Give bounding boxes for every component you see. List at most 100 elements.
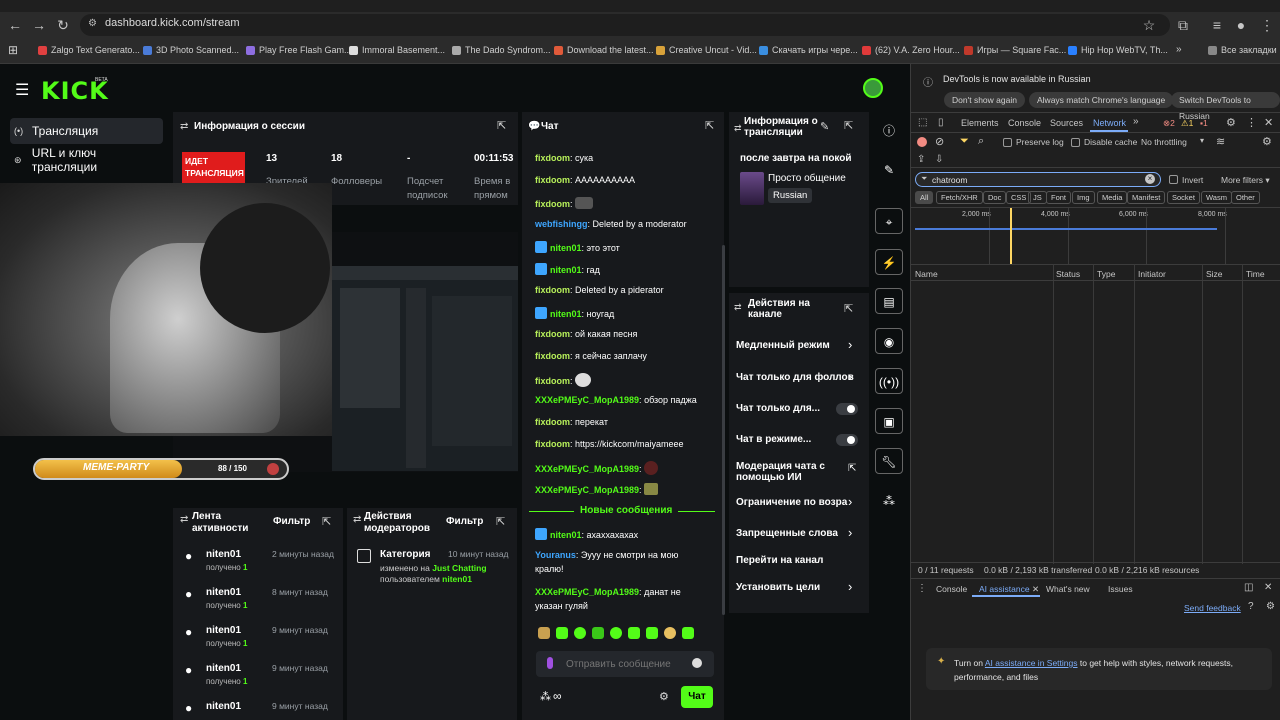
clear-icon[interactable]: ⊘ bbox=[935, 135, 944, 148]
column-name[interactable]: Name bbox=[915, 269, 938, 279]
filter-type-socket[interactable]: Socket bbox=[1167, 191, 1200, 204]
broadcast-icon[interactable]: ((•)) bbox=[875, 368, 903, 394]
chat-scrollbar[interactable] bbox=[722, 245, 725, 615]
column-size[interactable]: Size bbox=[1206, 269, 1223, 279]
user-avatar[interactable] bbox=[863, 78, 883, 98]
column-status[interactable]: Status bbox=[1056, 269, 1080, 279]
network-conditions-icon[interactable]: ≋ bbox=[1216, 135, 1225, 148]
invert-checkbox[interactable] bbox=[1169, 175, 1178, 184]
go-to-channel-item[interactable]: Перейти на канал bbox=[736, 555, 823, 566]
slow-mode-item[interactable]: Медленный режим bbox=[736, 340, 830, 351]
sidebar-item-stream[interactable]: (•) Трансляция bbox=[10, 118, 163, 144]
device-toolbar-icon[interactable]: ▯ bbox=[938, 117, 944, 128]
preserve-log-checkbox[interactable] bbox=[1003, 138, 1012, 147]
activity-filter[interactable]: Фильтр bbox=[273, 516, 310, 527]
lightning-icon[interactable]: ⚡ bbox=[875, 249, 903, 275]
microphone-icon[interactable] bbox=[547, 657, 553, 669]
close-icon[interactable]: ✕ bbox=[1032, 584, 1039, 594]
chevron-down-icon[interactable]: ▾ bbox=[1200, 136, 1204, 145]
community-icon[interactable]: ⁂ bbox=[875, 488, 903, 514]
new-messages-label[interactable]: Новые сообщения bbox=[574, 505, 679, 516]
ai-settings-link[interactable]: AI assistance in Settings bbox=[985, 658, 1078, 668]
bookmark-item[interactable]: Скачать игры чере... bbox=[759, 45, 858, 55]
popout-icon[interactable]: ⇱ bbox=[322, 515, 331, 528]
mod-actions-filter[interactable]: Фильтр bbox=[446, 516, 483, 527]
bookmark-item[interactable]: Play Free Flash Gam... bbox=[246, 45, 352, 55]
all-bookmarks[interactable]: Все закладки bbox=[1208, 45, 1277, 55]
drawer-menu-icon[interactable]: ⋮ bbox=[917, 583, 927, 594]
send-feedback-link[interactable]: Send feedback bbox=[1184, 603, 1241, 613]
filter-type-doc[interactable]: Doc bbox=[983, 191, 1007, 204]
settings-gear-icon[interactable]: ⚙ bbox=[659, 690, 669, 703]
settings-icon[interactable]: ⚙ bbox=[1266, 601, 1275, 612]
error-count[interactable]: ⊗2 bbox=[1163, 118, 1175, 129]
emoji-picker-icon[interactable] bbox=[692, 658, 702, 668]
popout-icon[interactable]: ⇱ bbox=[705, 119, 714, 132]
help-icon[interactable]: ? bbox=[1248, 601, 1254, 612]
filter-type-manifest[interactable]: Manifest bbox=[1127, 191, 1166, 204]
hamburger-menu-icon[interactable]: ☰ bbox=[15, 80, 29, 100]
emote-icon[interactable] bbox=[628, 627, 640, 639]
emote-icon[interactable] bbox=[646, 627, 658, 639]
warning-count[interactable]: ⚠1 bbox=[1181, 118, 1193, 129]
chevron-right-icon[interactable]: › bbox=[848, 494, 852, 509]
bookmark-item[interactable]: Immoral Basement... bbox=[349, 45, 445, 55]
popout-icon[interactable]: ⇱ bbox=[497, 119, 506, 132]
more-bookmarks-icon[interactable]: » bbox=[1176, 44, 1182, 55]
clear-filter-icon[interactable]: × bbox=[1145, 174, 1155, 184]
emote-icon[interactable] bbox=[682, 627, 694, 639]
emote-icon[interactable] bbox=[556, 627, 568, 639]
edit-pencil-icon[interactable]: ✎ bbox=[820, 120, 829, 133]
filter-type-other[interactable]: Other bbox=[1231, 191, 1260, 204]
apps-icon[interactable]: ⊞ bbox=[8, 43, 18, 57]
chevron-right-icon[interactable]: › bbox=[848, 369, 852, 384]
devtools-settings-icon[interactable]: ⚙ bbox=[1226, 116, 1236, 129]
tab-elements[interactable]: Elements bbox=[961, 118, 999, 128]
bookmark-item[interactable]: Hip Hop WebTV, Th... bbox=[1068, 45, 1168, 55]
bookmark-item[interactable]: 3D Photo Scanned... bbox=[143, 45, 239, 55]
bookmark-item[interactable]: Download the latest... bbox=[554, 45, 654, 55]
more-tabs-icon[interactable]: » bbox=[1133, 116, 1139, 127]
emote-mode-toggle[interactable] bbox=[836, 434, 858, 446]
info-circle-icon[interactable]: ⓘ bbox=[875, 118, 903, 144]
drawer-tab-whats-new[interactable]: What's new bbox=[1046, 584, 1090, 594]
filter-type-wasm[interactable]: Wasm bbox=[1201, 191, 1232, 204]
drawer-tab-console[interactable]: Console bbox=[936, 584, 967, 594]
filter-type-font[interactable]: Font bbox=[1046, 191, 1072, 204]
document-icon[interactable]: ▤ bbox=[875, 288, 903, 314]
issue-count[interactable]: ▪1 bbox=[1200, 118, 1208, 128]
search-icon[interactable]: ⌕ bbox=[978, 135, 984, 148]
export-har-icon[interactable]: ⇩ bbox=[935, 154, 943, 165]
banned-words-item[interactable]: Запрещенные слова bbox=[736, 528, 838, 539]
timeline-cursor[interactable] bbox=[1010, 208, 1012, 264]
inspect-element-icon[interactable]: ⬚ bbox=[918, 117, 927, 128]
import-har-icon[interactable]: ⇪ bbox=[917, 154, 925, 165]
disable-cache-checkbox[interactable] bbox=[1071, 138, 1080, 147]
camera-target-icon[interactable]: ⌖ bbox=[875, 208, 903, 234]
infinity-icon[interactable]: ∞ bbox=[553, 689, 562, 703]
close-icon[interactable]: ✕ bbox=[1264, 116, 1273, 129]
address-bar[interactable] bbox=[80, 14, 1170, 36]
followers-only-item[interactable]: Чат только для фоллов bbox=[736, 372, 854, 383]
more-filters-button[interactable]: More filters ▾ bbox=[1221, 175, 1270, 186]
chevron-right-icon[interactable]: › bbox=[848, 579, 852, 594]
popout-icon[interactable]: ⇱ bbox=[844, 302, 853, 315]
filter-type-media[interactable]: Media bbox=[1097, 191, 1128, 204]
emote-icon[interactable] bbox=[664, 627, 676, 639]
back-icon[interactable]: ← bbox=[6, 16, 24, 34]
tab-network[interactable]: Network bbox=[1093, 118, 1126, 128]
chevron-right-icon[interactable]: › bbox=[848, 525, 852, 540]
extensions-icon[interactable]: ⧉ bbox=[1174, 16, 1192, 34]
dock-icon[interactable]: ◫ bbox=[1244, 582, 1253, 593]
chat-bubble-icon[interactable]: ◉ bbox=[875, 328, 903, 354]
bookmark-star-icon[interactable]: ☆ bbox=[1140, 16, 1158, 34]
switch-russian-button[interactable]: Switch DevTools to Russian bbox=[1171, 92, 1280, 121]
emote-icon[interactable] bbox=[592, 627, 604, 639]
filter-type-fetch[interactable]: Fetch/XHR bbox=[936, 191, 983, 204]
popout-icon[interactable]: ⇱ bbox=[496, 515, 505, 528]
column-type[interactable]: Type bbox=[1097, 269, 1115, 279]
bookmark-item[interactable]: The Dado Syndrom... bbox=[452, 45, 551, 55]
reload-icon[interactable]: ↻ bbox=[54, 16, 72, 34]
forward-icon[interactable]: → bbox=[30, 16, 48, 34]
subscribers-only-toggle[interactable] bbox=[836, 403, 858, 415]
